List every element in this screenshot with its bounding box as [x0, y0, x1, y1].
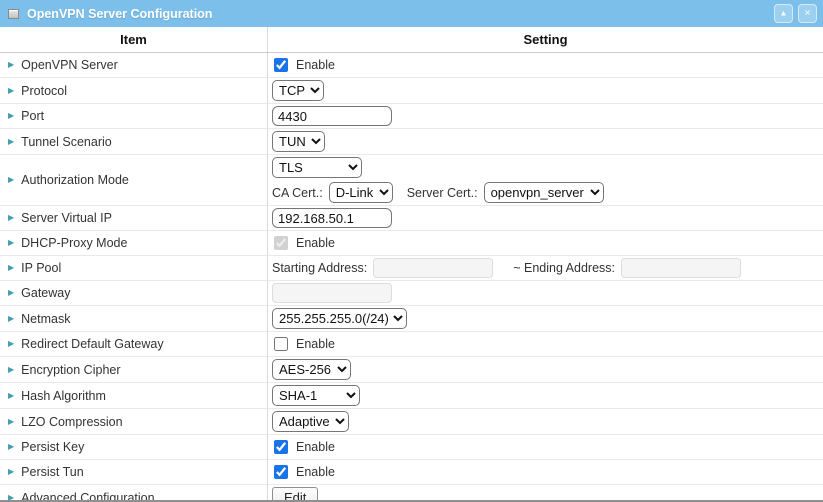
row-tunnel-scenario: ▶ Tunnel Scenario TUN	[0, 129, 823, 155]
bullet-icon: ▶	[8, 87, 14, 95]
gateway-input	[272, 283, 392, 303]
bullet-icon: ▶	[8, 239, 14, 247]
bullet-icon: ▶	[8, 392, 14, 400]
ending-address-input	[621, 258, 741, 278]
close-icon: ✕	[801, 7, 815, 21]
row-label: Port	[21, 109, 44, 123]
bullet-icon: ▶	[8, 315, 14, 323]
row-gateway: ▶ Gateway	[0, 281, 823, 306]
port-input[interactable]	[272, 106, 392, 126]
row-netmask: ▶ Netmask 255.255.255.0(/24)	[0, 306, 823, 332]
bullet-icon: ▶	[8, 112, 14, 120]
lzo-compression-select[interactable]: Adaptive	[272, 411, 349, 432]
titlebar: OpenVPN Server Configuration ▲ ✕	[0, 0, 823, 27]
window-icon	[8, 9, 19, 19]
row-redirect-default-gateway: ▶ Redirect Default Gateway Enable	[0, 332, 823, 357]
row-label: Authorization Mode	[21, 173, 129, 187]
header-setting: Setting	[268, 27, 823, 52]
bullet-icon: ▶	[8, 289, 14, 297]
edit-button[interactable]: Edit	[272, 487, 318, 502]
row-label: Encryption Cipher	[21, 363, 120, 377]
openvpn-config-panel: OpenVPN Server Configuration ▲ ✕ Item Se…	[0, 0, 823, 502]
hash-algorithm-select[interactable]: SHA-1	[272, 385, 360, 406]
row-authorization-mode: ▶ Authorization Mode TLS CA Cert.: D-Lin…	[0, 155, 823, 206]
netmask-select[interactable]: 255.255.255.0(/24)	[272, 308, 407, 329]
tunnel-scenario-select[interactable]: TUN	[272, 131, 325, 152]
bullet-icon: ▶	[8, 468, 14, 476]
server-cert-select[interactable]: openvpn_server	[484, 182, 604, 203]
collapse-icon: ▲	[777, 7, 791, 21]
bullet-icon: ▶	[8, 340, 14, 348]
protocol-select[interactable]: TCP	[272, 80, 324, 101]
persist-tun-checkbox[interactable]	[274, 465, 288, 479]
row-label: Protocol	[21, 84, 67, 98]
checkbox-label: Enable	[296, 236, 335, 250]
row-server-virtual-ip: ▶ Server Virtual IP	[0, 206, 823, 231]
server-cert-label: Server Cert.:	[407, 186, 478, 200]
server-virtual-ip-input[interactable]	[272, 208, 392, 228]
config-table: Item Setting ▶ OpenVPN Server Enable ▶ P…	[0, 27, 823, 502]
row-openvpn-server: ▶ OpenVPN Server Enable	[0, 53, 823, 78]
row-advanced-configuration: ▶ Advanced Configuration Edit	[0, 485, 823, 502]
bullet-icon: ▶	[8, 443, 14, 451]
row-dhcp-proxy-mode: ▶ DHCP-Proxy Mode Enable	[0, 231, 823, 256]
starting-address-label: Starting Address:	[272, 261, 367, 275]
row-port: ▶ Port	[0, 104, 823, 129]
row-lzo-compression: ▶ LZO Compression Adaptive	[0, 409, 823, 435]
row-hash-algorithm: ▶ Hash Algorithm SHA-1	[0, 383, 823, 409]
bullet-icon: ▶	[8, 61, 14, 69]
row-label: Advanced Configuration	[21, 491, 154, 502]
openvpn-server-enable-checkbox[interactable]	[274, 58, 288, 72]
row-protocol: ▶ Protocol TCP	[0, 78, 823, 104]
row-label: OpenVPN Server	[21, 58, 118, 72]
collapse-button[interactable]: ▲	[774, 4, 793, 23]
row-label: Gateway	[21, 286, 70, 300]
row-label: Redirect Default Gateway	[21, 337, 163, 351]
row-persist-key: ▶ Persist Key Enable	[0, 435, 823, 460]
row-encryption-cipher: ▶ Encryption Cipher AES-256	[0, 357, 823, 383]
row-label: Hash Algorithm	[21, 389, 106, 403]
row-label: DHCP-Proxy Mode	[21, 236, 127, 250]
bullet-icon: ▶	[8, 366, 14, 374]
bullet-icon: ▶	[8, 418, 14, 426]
ending-address-label: ~ Ending Address:	[513, 261, 615, 275]
row-label: Persist Tun	[21, 465, 84, 479]
bullet-icon: ▶	[8, 494, 14, 502]
header-item: Item	[0, 27, 268, 52]
table-header-row: Item Setting	[0, 27, 823, 53]
row-ip-pool: ▶ IP Pool Starting Address: ~ Ending Add…	[0, 256, 823, 281]
bullet-icon: ▶	[8, 138, 14, 146]
row-label: Persist Key	[21, 440, 84, 454]
checkbox-label: Enable	[296, 58, 335, 72]
bullet-icon: ▶	[8, 176, 14, 184]
row-label: Server Virtual IP	[21, 211, 112, 225]
row-label: Tunnel Scenario	[21, 135, 112, 149]
authorization-mode-select[interactable]: TLS	[272, 157, 362, 178]
checkbox-label: Enable	[296, 337, 335, 351]
ca-cert-label: CA Cert.:	[272, 186, 323, 200]
row-label: Netmask	[21, 312, 70, 326]
close-button[interactable]: ✕	[798, 4, 817, 23]
dhcp-proxy-enable-checkbox	[274, 236, 288, 250]
window-title: OpenVPN Server Configuration	[27, 7, 769, 21]
checkbox-label: Enable	[296, 465, 335, 479]
row-label: LZO Compression	[21, 415, 122, 429]
bullet-icon: ▶	[8, 264, 14, 272]
redirect-default-gateway-checkbox[interactable]	[274, 337, 288, 351]
checkbox-label: Enable	[296, 440, 335, 454]
row-persist-tun: ▶ Persist Tun Enable	[0, 460, 823, 485]
starting-address-input	[373, 258, 493, 278]
row-label: IP Pool	[21, 261, 61, 275]
ca-cert-select[interactable]: D-Link	[329, 182, 393, 203]
bullet-icon: ▶	[8, 214, 14, 222]
persist-key-checkbox[interactable]	[274, 440, 288, 454]
encryption-cipher-select[interactable]: AES-256	[272, 359, 351, 380]
